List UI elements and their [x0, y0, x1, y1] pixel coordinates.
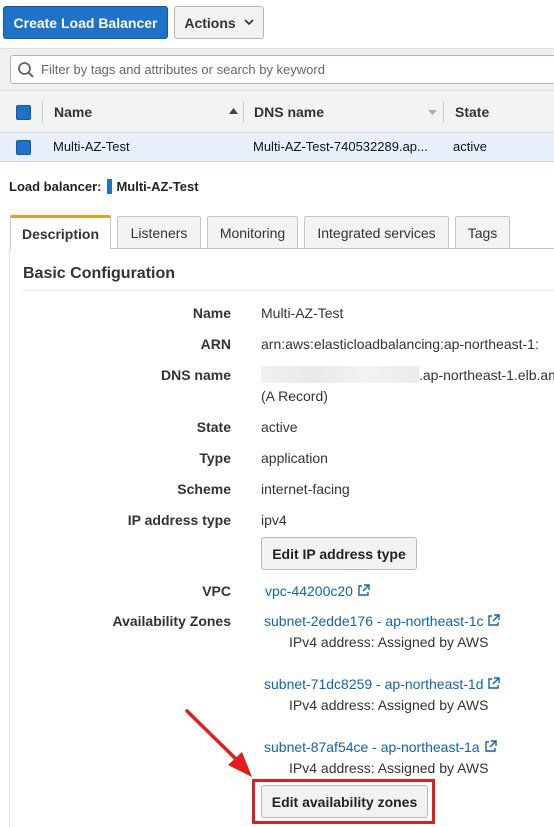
- row-checkbox[interactable]: [16, 140, 31, 155]
- tab-tags[interactable]: Tags: [455, 216, 510, 249]
- search-placeholder: Filter by tags and attributes or search …: [41, 62, 325, 77]
- external-link-icon: [488, 614, 501, 626]
- vpc-link-text: vpc-44200c20: [265, 583, 353, 599]
- tab-listeners[interactable]: Listeners: [117, 216, 201, 249]
- column-header-dns[interactable]: DNS name: [254, 104, 324, 120]
- type-label: Type: [199, 450, 231, 466]
- chevron-down-icon: [244, 19, 254, 26]
- dns-name-value: .ap-northeast-1.elb.am: [419, 367, 554, 383]
- create-load-balancer-button[interactable]: Create Load Balancer: [3, 6, 168, 39]
- subnet-link-text: subnet-2edde176 - ap-northeast-1c: [264, 613, 484, 629]
- section-title: Basic Configuration: [23, 265, 176, 282]
- subnet-link-1a[interactable]: subnet-87af54ce - ap-northeast-1a: [264, 739, 497, 755]
- type-value: application: [261, 450, 328, 466]
- scheme-label: Scheme: [177, 481, 231, 497]
- vpc-link[interactable]: vpc-44200c20: [265, 583, 370, 599]
- section-divider: [23, 290, 554, 291]
- subnet-link-text: subnet-71dc8259 - ap-northeast-1d: [264, 676, 484, 692]
- name-value: Multi-AZ-Test: [261, 305, 344, 321]
- ip-type-value: ipv4: [261, 512, 287, 528]
- tab-monitoring[interactable]: Monitoring: [207, 216, 298, 249]
- actions-dropdown[interactable]: Actions: [174, 6, 264, 39]
- state-label: State: [196, 419, 231, 435]
- tab-description[interactable]: Description: [10, 215, 111, 249]
- availability-zones-label: Availability Zones: [112, 613, 231, 629]
- external-link-icon: [358, 584, 370, 596]
- subnet-ipv4-text: IPv4 address: Assigned by AWS: [289, 760, 489, 776]
- sort-ascending-icon[interactable]: [229, 108, 238, 114]
- detail-header-value: Multi-AZ-Test: [116, 179, 199, 194]
- column-header-state[interactable]: State: [455, 104, 489, 120]
- row-dns: Multi-AZ-Test-740532289.ap...: [253, 139, 428, 154]
- actions-label: Actions: [184, 14, 236, 31]
- vpc-label: VPC: [202, 583, 231, 599]
- annotation-highlight-box: [252, 779, 435, 824]
- arn-value: arn:aws:elasticloadbalancing:ap-northeas…: [261, 336, 539, 352]
- table-header: Name DNS name State: [0, 90, 554, 133]
- subnet-ipv4-text: IPv4 address: Assigned by AWS: [289, 634, 489, 650]
- search-icon: [18, 61, 34, 78]
- table-row[interactable]: Multi-AZ-Test Multi-AZ-Test-740532289.ap…: [0, 133, 554, 162]
- tab-integrated-services[interactable]: Integrated services: [304, 216, 449, 249]
- row-state: active: [453, 139, 487, 154]
- subnet-ipv4-text: IPv4 address: Assigned by AWS: [289, 697, 489, 713]
- detail-header-label: Load balancer:: [9, 179, 102, 194]
- subnet-link-text: subnet-87af54ce - ap-northeast-1a: [264, 739, 480, 755]
- annotation-arrow-icon: [185, 709, 252, 777]
- row-name: Multi-AZ-Test: [53, 139, 130, 154]
- subnet-link-1d[interactable]: subnet-71dc8259 - ap-northeast-1d: [264, 676, 501, 692]
- dns-record-type: (A Record): [261, 388, 328, 404]
- subnet-link-1c[interactable]: subnet-2edde176 - ap-northeast-1c: [264, 613, 501, 629]
- external-link-icon: [488, 677, 501, 689]
- dns-name-label: DNS name: [160, 367, 231, 383]
- search-input[interactable]: Filter by tags and attributes or search …: [10, 55, 554, 84]
- select-all-checkbox[interactable]: [16, 105, 31, 120]
- detail-header: Load balancer: Multi-AZ-Test: [9, 179, 199, 194]
- sort-descending-icon[interactable]: [428, 110, 437, 115]
- resizer-handle[interactable]: [107, 179, 113, 194]
- scheme-value: internet-facing: [261, 481, 350, 497]
- redacted-block: [261, 366, 419, 383]
- ip-type-label: IP address type: [127, 512, 231, 528]
- state-value: active: [261, 419, 298, 435]
- column-header-name[interactable]: Name: [54, 104, 92, 120]
- edit-ip-address-type-button[interactable]: Edit IP address type: [261, 537, 417, 570]
- external-link-icon: [484, 740, 497, 752]
- name-label: Name: [192, 305, 231, 321]
- arn-label: ARN: [200, 336, 231, 352]
